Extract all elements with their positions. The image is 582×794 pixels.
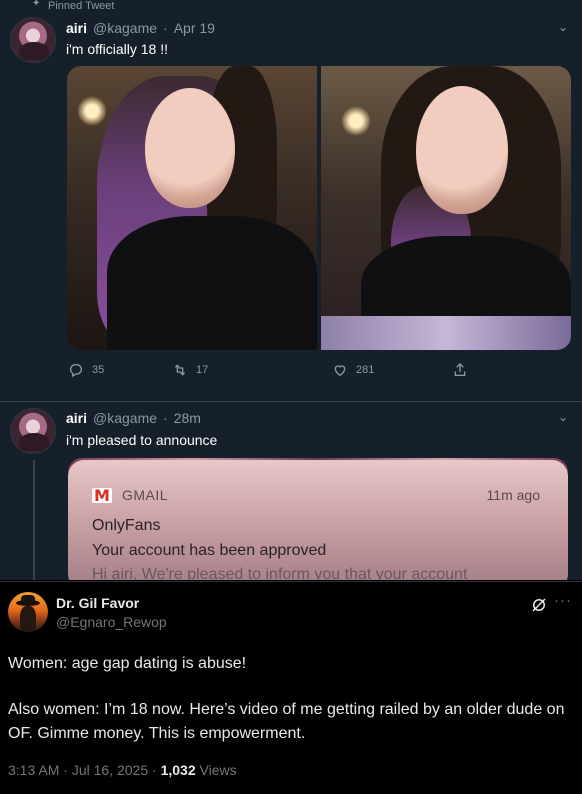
gmail-icon [92,487,112,503]
tweet-handle: @kagame [93,20,158,36]
post-time[interactable]: 3:13 AM [8,762,59,778]
views-count: 1,032 [160,762,196,778]
avatar[interactable] [10,17,56,63]
pin-icon: ✦ [32,0,41,9]
like-button[interactable]: 281 [332,362,452,378]
pinned-tweet-label: ✦ Pinned Tweet [32,0,115,12]
tweet-author-name[interactable]: airi [66,20,87,36]
post-text-line: Women: age gap dating is abuse! [8,655,247,672]
tweet-handle: @kagame [93,410,158,426]
tweet-author-name[interactable]: airi [66,410,87,426]
post-text-line: Also women: I’m 18 now. Here’s video of … [8,701,565,742]
post-text: Women: age gap dating is abuse! Also wom… [8,652,568,746]
author-handle[interactable]: @Egnaro_Rewop [56,614,167,631]
tweet-photo-1[interactable] [67,66,317,350]
notification-preview: Hi airi, We're pleased to inform you tha… [92,566,468,580]
gmail-app-row: GMAIL [92,487,168,503]
reply-button[interactable]: 35 [68,362,172,378]
avatar[interactable] [10,408,56,454]
retweet-button[interactable]: 17 [172,362,332,378]
share-button[interactable] [452,362,468,378]
tweet-photo-2[interactable] [321,66,571,350]
post-date[interactable]: Jul 16, 2025 [72,762,148,778]
tweet-text: i'm officially 18 !! [66,41,169,57]
heart-icon [334,365,346,377]
views-label: Views [199,762,237,778]
tweet-actions: 35 17 281 [68,362,498,378]
notification-time: 11m ago [486,487,540,503]
post-author: Dr. Gil Favor @Egnaro_Rewop [56,595,167,631]
retweet-icon [174,364,186,376]
more-options-icon[interactable]: ··· [554,592,572,609]
retweet-count: 17 [196,364,209,376]
chevron-down-icon[interactable]: ⌄ [558,20,568,34]
divider [0,401,582,402]
tweet-header: airi @kagame · 28m [66,410,201,426]
gmail-notification-image[interactable]: GMAIL 11m ago OnlyFans Your account has … [68,460,568,580]
embedded-screenshot: ✦ Pinned Tweet airi @kagame · Apr 19 ⌄ i… [0,0,582,580]
tweet-header: airi @kagame · Apr 19 [66,20,215,36]
like-count: 281 [356,364,375,376]
author-name[interactable]: Dr. Gil Favor [56,595,167,612]
grok-icon[interactable] [530,596,548,614]
thread-line [33,460,35,580]
notification-subject: Your account has been approved [92,542,327,559]
gmail-app-name: GMAIL [122,487,169,503]
tweet-date[interactable]: Apr 19 [174,20,215,36]
notification-sender: OnlyFans [92,517,161,534]
reply-icon [70,364,82,378]
post-timestamp: 3:13 AM · Jul 16, 2025 · 1,032 Views [8,762,237,778]
reply-count: 35 [92,364,105,376]
tweet-text: i'm pleased to announce [66,432,218,448]
tweet-date[interactable]: 28m [174,410,201,426]
post: Dr. Gil Favor @Egnaro_Rewop ··· Women: a… [0,581,582,794]
avatar[interactable] [8,592,48,632]
share-icon [454,363,466,376]
chevron-down-icon[interactable]: ⌄ [558,410,568,424]
